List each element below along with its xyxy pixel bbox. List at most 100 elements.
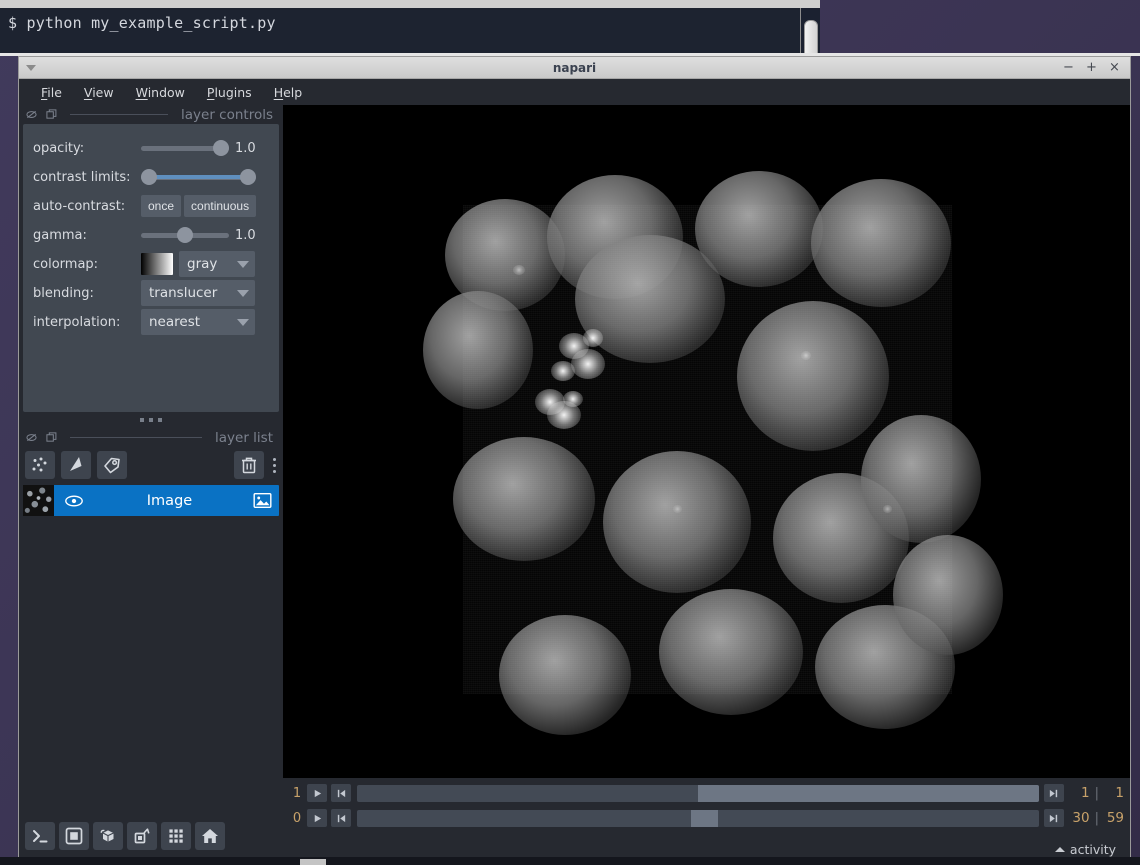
gray-gradient-swatch <box>141 253 173 275</box>
layer-thumbnail <box>23 485 54 516</box>
grid-icon <box>169 829 183 843</box>
dock-close-icon[interactable] <box>26 432 37 443</box>
interpolation-label: interpolation: <box>33 314 121 330</box>
transpose-dimensions-button[interactable] <box>127 822 157 850</box>
dim-slider-track[interactable] <box>357 784 1039 802</box>
layer-controls-panel: opacity: 1.0 contrast limits: auto-contr… <box>23 124 279 412</box>
gamma-label: gamma: <box>33 227 87 243</box>
image-noise-grain <box>463 205 952 694</box>
layer-buttons-row <box>23 447 279 485</box>
colormap-dropdown[interactable]: gray <box>179 251 255 277</box>
layer-visibility-toggle[interactable] <box>54 493 94 509</box>
kebab-menu-icon[interactable] <box>270 457 279 473</box>
gamma-slider[interactable] <box>141 226 229 244</box>
opacity-slider-handle[interactable] <box>213 140 229 156</box>
dock-float-icon[interactable] <box>46 432 57 443</box>
interpolation-dropdown[interactable]: nearest <box>141 309 255 335</box>
menu-help[interactable]: Help <box>274 85 303 100</box>
colormap-value: gray <box>187 256 218 272</box>
dimension-sliders: 1 1 | 1 0 30 | 59 <box>283 778 1130 836</box>
dim-current-value: 30 <box>1072 810 1090 826</box>
home-icon <box>202 829 218 843</box>
contrast-limits-range-slider[interactable] <box>141 168 256 186</box>
cube-roll-icon <box>100 829 114 842</box>
opacity-slider[interactable] <box>141 139 229 157</box>
menu-window[interactable]: Window <box>136 85 185 100</box>
dim-step-back-button[interactable] <box>331 809 351 827</box>
dim-current-value: 1 <box>1081 785 1090 801</box>
transpose-icon <box>134 828 150 844</box>
contrast-limits-low-handle[interactable] <box>141 169 157 185</box>
delete-layer-button[interactable] <box>234 451 264 479</box>
layer-controls-title: layer controls <box>181 106 273 123</box>
viewer-area: 1 1 | 1 0 30 | 59 activity <box>283 105 1130 862</box>
step-forward-icon <box>1049 814 1058 822</box>
ndisplay-toggle-button[interactable] <box>59 822 89 850</box>
blending-dropdown[interactable]: translucer <box>141 280 255 306</box>
grid-view-button[interactable] <box>161 822 191 850</box>
new-points-layer-button[interactable] <box>25 451 55 479</box>
menu-view[interactable]: View <box>84 85 114 100</box>
dim-play-button[interactable] <box>307 784 327 802</box>
terminal-scrollbar[interactable] <box>800 8 820 55</box>
new-labels-layer-button[interactable] <box>97 451 127 479</box>
viewer-canvas[interactable] <box>283 105 1130 778</box>
menu-file[interactable]: File <box>41 85 62 100</box>
contrast-limits-row: contrast limits: <box>33 163 275 191</box>
layer-name-label[interactable]: Image <box>94 493 245 509</box>
menu-file-rest: ile <box>47 84 62 100</box>
opacity-label: opacity: <box>33 140 85 156</box>
dim-separator: | <box>1094 785 1099 801</box>
dim-step-forward-button[interactable] <box>1043 809 1064 827</box>
splitter-dot <box>149 418 153 422</box>
new-shapes-layer-button[interactable] <box>61 451 91 479</box>
close-button[interactable]: × <box>1109 61 1120 74</box>
dock-close-icon[interactable] <box>26 109 37 120</box>
layer-list-item-image[interactable]: Image <box>23 485 279 516</box>
contrast-limits-high-handle[interactable] <box>240 169 256 185</box>
console-button[interactable] <box>25 822 55 850</box>
menu-help-mnemonic: H <box>273 84 284 100</box>
dim-slider-thumb[interactable] <box>690 809 719 827</box>
napari-titlebar: napari − + × <box>19 57 1130 79</box>
gamma-slider-handle[interactable] <box>177 227 193 243</box>
viewer-buttons-row <box>23 816 279 862</box>
dim-step-forward-button[interactable] <box>1043 784 1064 802</box>
play-icon <box>314 814 321 822</box>
dim-play-button[interactable] <box>307 809 327 827</box>
layer-list-dock-icons <box>26 432 57 443</box>
auto-contrast-once-button[interactable]: once <box>141 194 182 218</box>
square-2d-icon <box>65 827 83 845</box>
opacity-row: opacity: 1.0 <box>33 134 275 162</box>
activity-button[interactable]: activity <box>1070 842 1116 857</box>
dim-slider-thumb[interactable] <box>697 784 1039 802</box>
caret-up-icon[interactable] <box>1054 846 1065 852</box>
step-back-icon <box>337 814 345 822</box>
terminal-window: $ python my_example_script.py <box>0 0 820 55</box>
main-body: layer controls opacity: 1.0 contrast lim… <box>19 105 1130 862</box>
dock-float-icon[interactable] <box>46 109 57 120</box>
kebab-dot <box>273 463 276 467</box>
layer-controls-dock-icons <box>26 109 57 120</box>
gamma-value[interactable]: 1.0 <box>235 228 269 243</box>
dim-step-back-button[interactable] <box>331 784 351 802</box>
home-reset-view-button[interactable] <box>195 822 225 850</box>
dim-axis-label: 0 <box>292 810 302 826</box>
opacity-value[interactable]: 1.0 <box>235 141 269 156</box>
menu-plugins[interactable]: Plugins <box>207 85 252 100</box>
screen-bottom-strip <box>0 857 1140 865</box>
trash-icon <box>242 457 256 474</box>
kebab-dot <box>273 469 276 473</box>
minimize-button[interactable]: − <box>1063 61 1074 74</box>
terminal-scrollbar-thumb[interactable] <box>804 20 818 55</box>
play-icon <box>314 789 321 797</box>
left-dock: layer controls opacity: 1.0 contrast lim… <box>19 105 283 862</box>
maximize-button[interactable]: + <box>1086 61 1097 74</box>
dim-slider-track[interactable] <box>357 809 1039 827</box>
eye-icon <box>65 494 83 507</box>
menu-view-mnemonic: V <box>83 84 93 100</box>
roll-dimensions-button[interactable] <box>93 822 123 850</box>
auto-contrast-continuous-button[interactable]: continuous <box>184 194 257 218</box>
colormap-label: colormap: <box>33 256 99 272</box>
dock-splitter-handle[interactable] <box>23 412 279 428</box>
